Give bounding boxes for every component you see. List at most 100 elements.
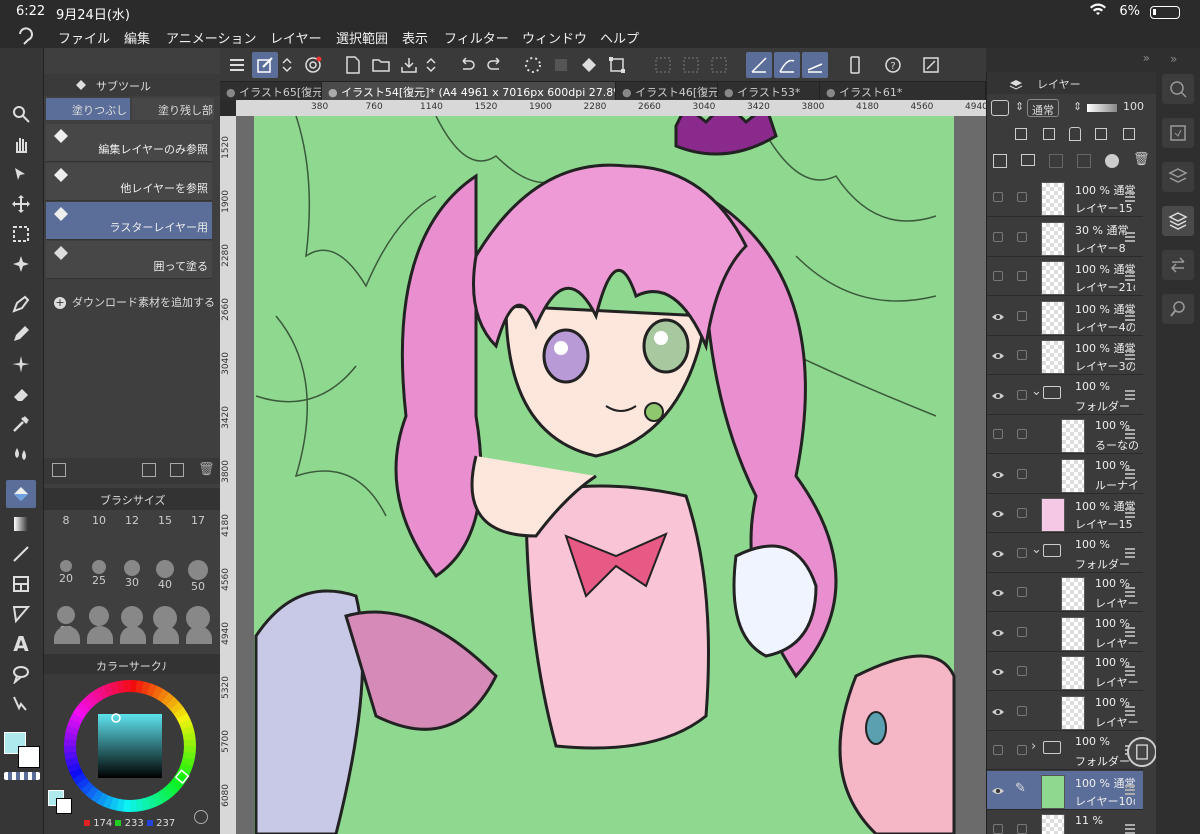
save-button[interactable] (396, 52, 422, 78)
lock-checkbox[interactable] (1017, 587, 1027, 597)
eye-icon[interactable] (991, 311, 1005, 323)
menu-window[interactable]: ウィンドウ (522, 28, 587, 47)
new-subtool-icon[interactable] (170, 463, 184, 477)
lock-checkbox[interactable] (1017, 705, 1027, 716)
sub-color-swatch[interactable] (18, 746, 40, 768)
eye-icon[interactable] (991, 706, 1005, 718)
brush-size-dot[interactable] (54, 626, 80, 644)
visibility-checkbox[interactable] (993, 231, 1003, 242)
invert-selection-button[interactable] (678, 52, 704, 78)
layer-menu-icon[interactable] (1125, 666, 1135, 676)
illustration-canvas[interactable] (236, 116, 986, 834)
tab-illust-65[interactable]: ● イラスト65[復元] (220, 82, 322, 100)
rotate-screen-button[interactable] (1127, 737, 1157, 767)
lock-checkbox[interactable] (1017, 745, 1027, 755)
hue-segment[interactable] (128, 799, 137, 812)
eyedropper-tool[interactable] (6, 410, 36, 438)
lock-checkbox[interactable] (1017, 508, 1027, 518)
material-button[interactable] (1162, 118, 1194, 148)
layer-menu-icon[interactable] (1125, 705, 1135, 716)
layer-row[interactable]: 100 % 通常 レイヤー4の (987, 297, 1143, 336)
play-icon[interactable] (194, 810, 208, 824)
record-button[interactable] (300, 52, 326, 78)
brush-size-preset[interactable]: 40 (149, 560, 181, 594)
brush-size-preset[interactable]: 10 (83, 514, 115, 548)
delete-layer-icon[interactable]: 🗑 (1133, 152, 1150, 167)
search-button[interactable] (1162, 294, 1194, 324)
eraser-tool[interactable] (6, 380, 36, 408)
layer-menu-icon[interactable] (1125, 784, 1135, 795)
snap-ruler-button[interactable] (746, 52, 772, 78)
layer-row[interactable]: 100 % 通常レイヤー15 2 (987, 494, 1143, 533)
layer-folder-row[interactable]: ⌄ 100 % フォルダー (987, 376, 1143, 415)
pencil-tool[interactable] (6, 320, 36, 348)
hue-segment[interactable] (123, 680, 132, 693)
lock-checkbox[interactable] (1017, 468, 1027, 479)
layer-row[interactable]: 100 % レイヤー (987, 652, 1143, 691)
lock-checkbox[interactable] (1017, 192, 1027, 202)
help-button[interactable]: ? (880, 52, 906, 78)
collapse-right-icon[interactable]: » (1143, 51, 1150, 65)
subtool-tab-fill[interactable]: 塗りつぶし (46, 98, 130, 120)
hue-segment[interactable] (183, 739, 196, 748)
merge-icon[interactable] (1049, 154, 1063, 168)
auto-select-tool[interactable] (6, 250, 36, 278)
brush-size-preset[interactable]: 50 (182, 560, 214, 594)
fill-command-button[interactable] (576, 52, 602, 78)
tab-illust-61[interactable]: ● イラスト61* (820, 82, 986, 100)
visibility-checkbox[interactable] (993, 429, 1003, 439)
lock-checkbox[interactable] (1017, 429, 1027, 439)
eye-icon[interactable] (991, 469, 1005, 481)
blend-mode-stepper[interactable]: ⇕ (1073, 100, 1082, 113)
brush-size-preset[interactable]: 15 (149, 514, 181, 548)
saturation-square[interactable] (98, 714, 162, 778)
eye-icon[interactable] (991, 350, 1005, 362)
new-raster-layer-icon[interactable] (993, 154, 1007, 168)
frame-tool[interactable] (6, 570, 36, 598)
menu-view[interactable]: 表示 (402, 28, 428, 47)
layer-row[interactable]: 100 % レイヤー (987, 573, 1143, 612)
ruler-tool[interactable] (6, 600, 36, 628)
layer-row[interactable]: 100 % レイヤー (987, 613, 1143, 652)
trash-icon[interactable]: 🗑 (198, 462, 215, 477)
layer-menu-icon[interactable] (1125, 824, 1135, 834)
lock-checkbox[interactable] (1017, 626, 1027, 637)
copy-subtool-icon[interactable] (142, 463, 156, 477)
hand-tool[interactable] (6, 130, 36, 158)
subtool-item-raster[interactable]: ラスターレイヤー用 (46, 202, 212, 240)
brush-size-preset[interactable]: 30 (116, 560, 148, 594)
gradient-tool[interactable] (6, 510, 36, 538)
color-wheel[interactable] (60, 676, 200, 816)
brush-size-preset[interactable]: 17 (182, 514, 214, 548)
layer-row[interactable]: 100 % ルーナイ (987, 455, 1143, 494)
eye-icon[interactable] (991, 548, 1005, 560)
brush-size-preset[interactable]: 25 (83, 560, 115, 594)
object-tool[interactable] (6, 160, 36, 188)
lock-checkbox[interactable] (1017, 824, 1027, 834)
hue-segment[interactable] (64, 744, 77, 753)
layer-row[interactable]: 100 % 通常レイヤー10の✎ (987, 770, 1143, 810)
brush-size-dot[interactable] (120, 626, 146, 644)
menu-filter[interactable]: フィルター (444, 28, 509, 47)
eye-icon[interactable] (991, 785, 1005, 797)
hamburger-button[interactable] (224, 52, 250, 78)
eye-icon[interactable] (991, 627, 1005, 639)
layer-dock-button[interactable] (1162, 206, 1194, 236)
layer-menu-icon[interactable] (1125, 310, 1135, 321)
move-tool[interactable] (6, 190, 36, 218)
layer-folder-row[interactable]: › 100 % フォルダー (987, 731, 1143, 770)
edit-mode-button[interactable] (252, 52, 278, 78)
pen-tool[interactable] (6, 290, 36, 318)
brush-size-preset[interactable]: 20 (50, 560, 82, 594)
blend-mode-select[interactable]: 通常 (1027, 99, 1059, 117)
layer-menu-icon[interactable] (1125, 508, 1135, 518)
brush-size-preset[interactable]: 12 (116, 514, 148, 548)
layer-color-stepper[interactable]: ⇕ (1015, 100, 1024, 113)
layer-row[interactable]: 100 % 通常 レイヤー3の (987, 336, 1143, 375)
layer-row[interactable]: 100 % レイヤー (987, 692, 1143, 731)
layer-menu-icon[interactable] (1125, 192, 1135, 202)
loading-button[interactable] (520, 52, 546, 78)
transform-button[interactable] (604, 52, 630, 78)
app-logo-icon[interactable] (16, 26, 36, 46)
line-tool[interactable] (6, 540, 36, 568)
